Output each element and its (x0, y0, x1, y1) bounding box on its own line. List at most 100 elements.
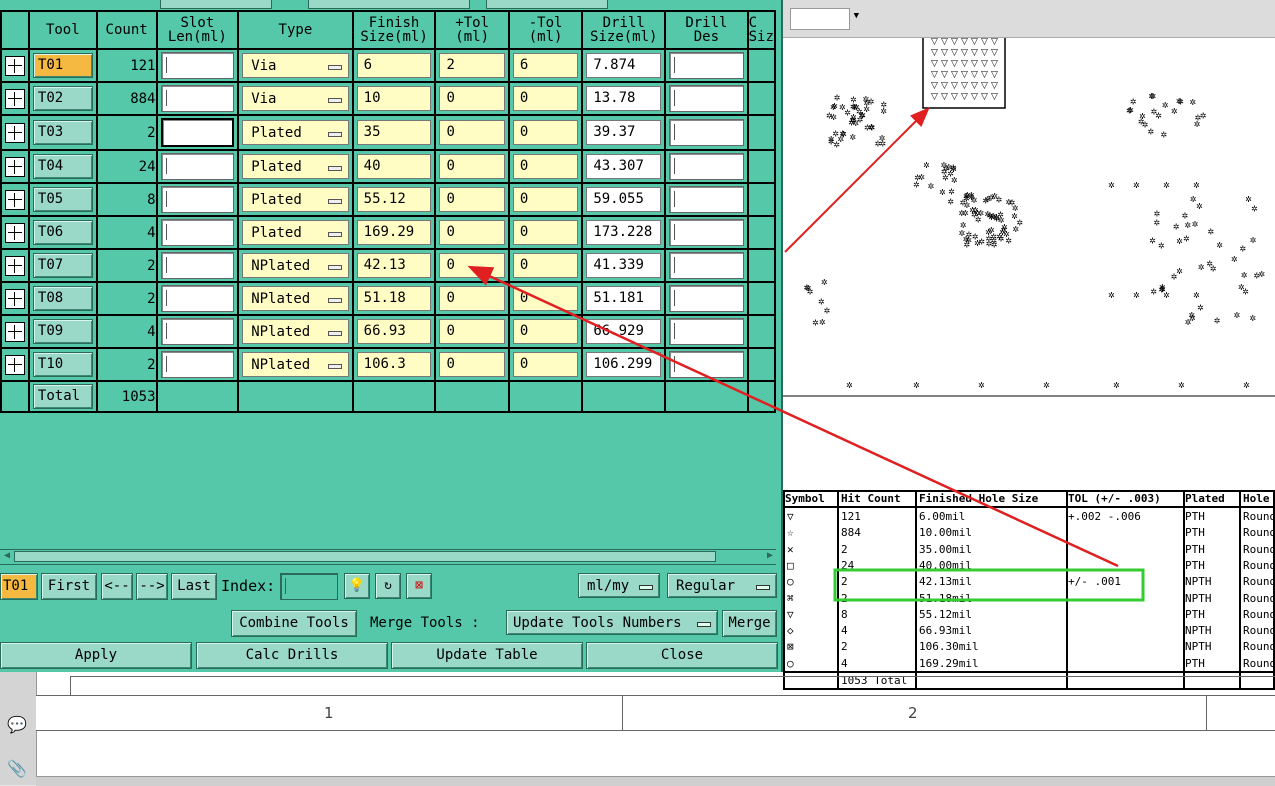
tool-button[interactable]: T01 (32, 53, 93, 78)
drill-size-input[interactable]: 7.874 (586, 53, 662, 78)
minus-tol-input[interactable]: 6 (512, 53, 579, 78)
calc-drills-button[interactable]: Calc Drills (196, 642, 388, 669)
slot-len-input[interactable] (160, 186, 235, 213)
drill-des-input[interactable] (669, 318, 744, 345)
drill-des-input[interactable] (669, 186, 744, 213)
merge-option-dropdown[interactable]: Update Tools Numbers (506, 610, 718, 635)
paperclip-icon[interactable]: 📎 (6, 758, 28, 780)
delete-icon[interactable]: ⊠ (406, 573, 432, 599)
plus-tol-input[interactable]: 0 (439, 286, 505, 311)
plus-grid-icon[interactable] (4, 222, 25, 243)
finish-size-input[interactable]: 40 (356, 154, 432, 179)
tool-button[interactable]: T08 (32, 286, 93, 311)
drill-size-input[interactable]: 173.228 (586, 220, 662, 245)
close-button[interactable]: Close (586, 642, 778, 669)
merge-button[interactable]: Merge (722, 610, 777, 637)
finish-size-input[interactable]: 10 (356, 86, 432, 111)
type-dropdown[interactable]: Plated (242, 120, 349, 145)
plus-tol-input[interactable]: 0 (439, 319, 505, 344)
plus-grid-icon[interactable] (4, 88, 25, 109)
tool-button[interactable]: T05 (32, 187, 93, 212)
drill-des-input[interactable] (669, 285, 744, 312)
lightbulb-icon[interactable]: 💡 (344, 573, 370, 599)
slot-len-input[interactable] (160, 285, 235, 312)
drill-des-input[interactable] (669, 119, 744, 146)
top-tab[interactable] (308, 0, 470, 9)
slot-len-input[interactable] (160, 52, 235, 79)
plus-grid-icon[interactable] (4, 321, 25, 342)
combine-tools-button[interactable]: Combine Tools (231, 610, 357, 637)
drill-size-input[interactable]: 13.78 (586, 86, 662, 111)
update-table-button[interactable]: Update Table (391, 642, 583, 669)
finish-size-input[interactable]: 6 (356, 53, 432, 78)
finish-size-input[interactable]: 169.29 (356, 220, 432, 245)
plus-tol-input[interactable]: 0 (439, 187, 505, 212)
plus-tol-input[interactable]: 0 (439, 120, 505, 145)
type-dropdown[interactable]: NPlated (242, 319, 349, 344)
type-dropdown[interactable]: NPlated (242, 352, 349, 377)
plus-grid-icon[interactable] (4, 288, 25, 309)
finish-size-input[interactable]: 106.3 (356, 352, 432, 377)
plus-grid-icon[interactable] (4, 189, 25, 210)
type-dropdown[interactable]: Plated (242, 220, 349, 245)
mode-dropdown[interactable]: Regular (667, 573, 777, 598)
minus-tol-input[interactable]: 0 (512, 253, 579, 278)
plus-tol-input[interactable]: 0 (439, 154, 505, 179)
first-button[interactable]: First (41, 573, 97, 600)
type-dropdown[interactable]: NPlated (242, 253, 349, 278)
finish-size-input[interactable]: 35 (356, 120, 432, 145)
scroll-left-icon[interactable]: ◀ (1, 550, 13, 562)
slot-len-input[interactable] (160, 219, 235, 246)
minus-tol-input[interactable]: 0 (512, 352, 579, 377)
minus-tol-input[interactable]: 0 (512, 187, 579, 212)
scroll-right-icon[interactable]: ▶ (764, 550, 776, 562)
minus-tol-input[interactable]: 0 (512, 286, 579, 311)
plus-tol-input[interactable]: 0 (439, 86, 505, 111)
plus-grid-icon[interactable] (4, 122, 25, 143)
tool-button[interactable]: T09 (32, 319, 93, 344)
drill-size-input[interactable]: 66.929 (586, 319, 662, 344)
index-input[interactable] (280, 573, 338, 600)
drill-size-input[interactable]: 39.37 (586, 120, 662, 145)
finish-size-input[interactable]: 42.13 (356, 253, 432, 278)
tool-button[interactable]: T06 (32, 220, 93, 245)
slot-len-input[interactable] (160, 153, 235, 180)
prev-button[interactable]: <-- (101, 573, 133, 600)
slot-len-input[interactable] (160, 318, 235, 345)
refresh-icon[interactable]: ↻ (375, 573, 401, 599)
slot-len-input[interactable] (160, 252, 235, 279)
plus-grid-icon[interactable] (4, 156, 25, 177)
finish-size-input[interactable]: 55.12 (356, 187, 432, 212)
drill-des-input[interactable] (669, 351, 744, 378)
drill-size-input[interactable]: 51.181 (586, 286, 662, 311)
minus-tol-input[interactable]: 0 (512, 319, 579, 344)
minus-tol-input[interactable]: 0 (512, 220, 579, 245)
drill-des-input[interactable] (669, 153, 744, 180)
drill-des-input[interactable] (669, 52, 744, 79)
finish-size-input[interactable]: 66.93 (356, 319, 432, 344)
drill-size-input[interactable]: 106.299 (586, 352, 662, 377)
drill-size-input[interactable]: 43.307 (586, 154, 662, 179)
plus-grid-icon[interactable] (4, 354, 25, 375)
type-dropdown[interactable]: Plated (242, 154, 349, 179)
minus-tol-input[interactable]: 0 (512, 120, 579, 145)
tool-button[interactable]: T02 (32, 86, 93, 111)
tool-button[interactable]: T07 (32, 253, 93, 278)
tool-button[interactable]: T10 (32, 352, 93, 377)
top-tab[interactable] (160, 0, 272, 9)
plus-tol-input[interactable]: 2 (439, 53, 505, 78)
drill-size-input[interactable]: 41.339 (586, 253, 662, 278)
units-dropdown[interactable]: ml/my (578, 573, 660, 598)
top-tab[interactable] (486, 0, 608, 9)
plus-tol-input[interactable]: 0 (439, 352, 505, 377)
minus-tol-input[interactable]: 0 (512, 154, 579, 179)
scrollbar-thumb[interactable] (14, 551, 716, 562)
tool-button[interactable]: T04 (32, 154, 93, 179)
next-button[interactable]: --> (136, 573, 168, 600)
finish-size-input[interactable]: 51.18 (356, 286, 432, 311)
viewer-combo[interactable]: ▼ (790, 8, 859, 30)
type-dropdown[interactable]: Via (242, 53, 349, 78)
drill-des-input[interactable] (669, 252, 744, 279)
tool-button[interactable]: T03 (32, 120, 93, 145)
drill-des-input[interactable] (669, 219, 744, 246)
